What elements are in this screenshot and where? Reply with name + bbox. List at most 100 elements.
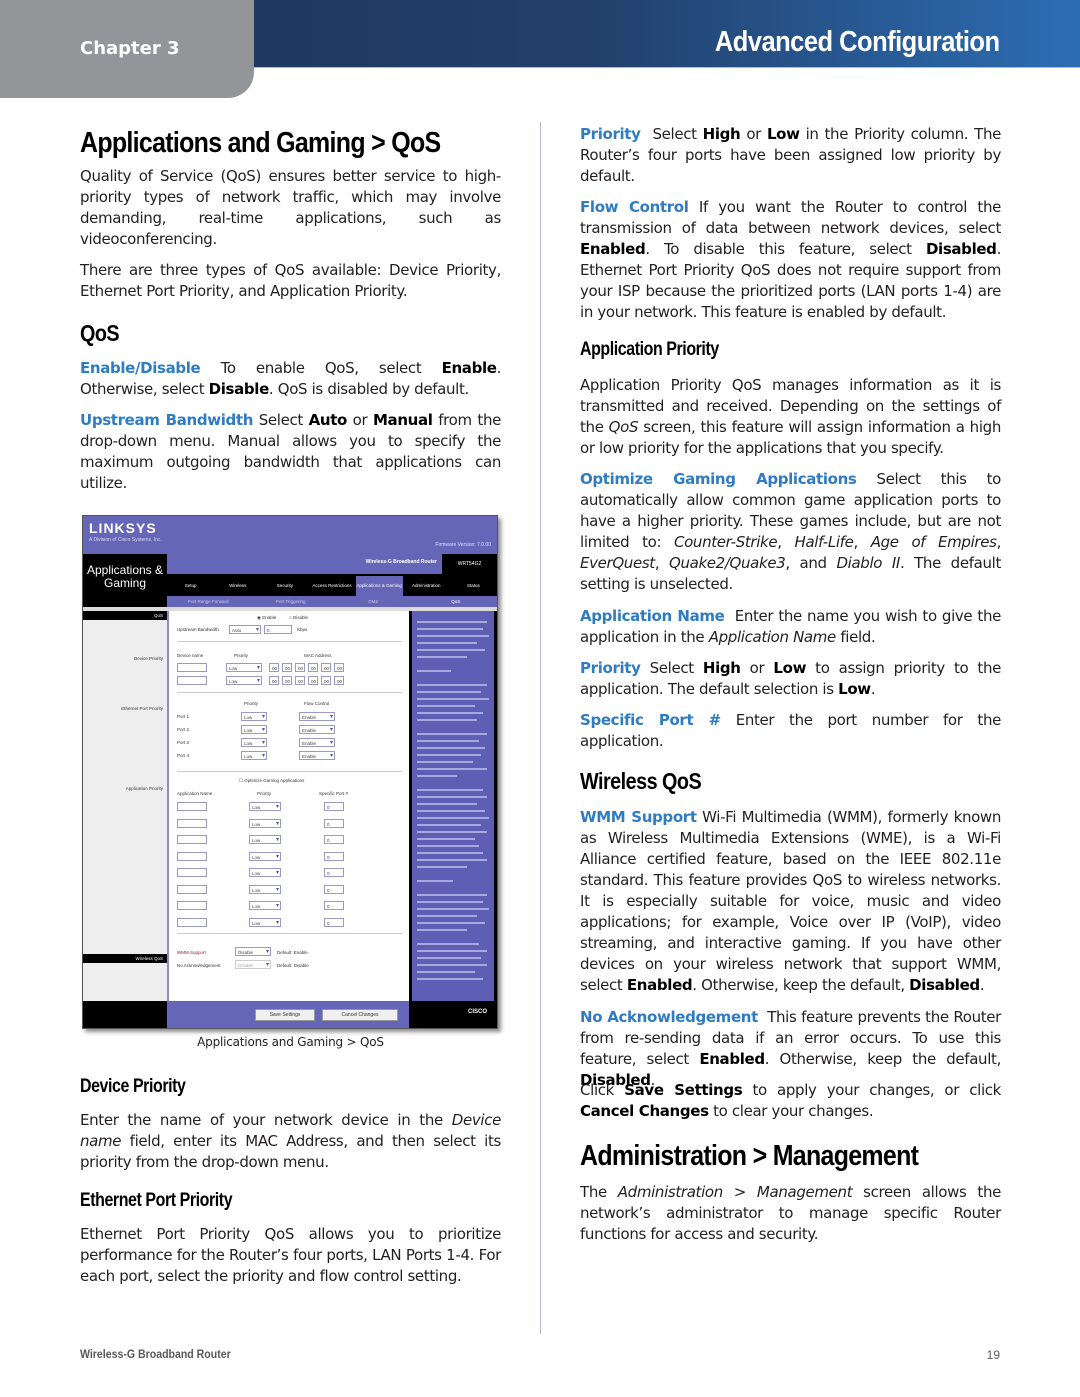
fig-help-text-line	[417, 950, 487, 952]
fig-subtab[interactable]: QoS	[415, 596, 498, 607]
fig-app-port-input[interactable]: 0	[324, 851, 344, 861]
fig-mac-octet[interactable]: 00	[308, 676, 318, 685]
fig-app-name-input[interactable]	[177, 851, 207, 861]
fig-device-priority-select[interactable]: Low	[226, 676, 262, 686]
wmm-support-paragraph: WMM Support Wi-Fi Multimedia (WMM), form…	[580, 808, 1001, 994]
section-title-qos: Applications and Gaming > QoS	[80, 127, 441, 159]
fig-subtab[interactable]: Port Range Forward	[167, 596, 250, 607]
fig-help-text-line	[417, 684, 487, 686]
fig-help-text-line	[417, 852, 483, 854]
term-application-name: Application Name	[580, 607, 725, 625]
fig-app-port-input[interactable]: 0	[324, 802, 344, 811]
fig-app-port-input[interactable]: 0	[324, 818, 344, 828]
fig-tab[interactable]: Status	[450, 576, 497, 596]
ethernet-port-priority-paragraph: Ethernet Port Priority QoS allows you to…	[80, 1225, 501, 1285]
fig-hr	[177, 771, 402, 772]
fig-tab[interactable]: Wireless	[214, 576, 261, 596]
fig-app-name-input[interactable]	[177, 835, 207, 844]
fig-cancel-changes-button[interactable]: Cancel Changes	[322, 1009, 398, 1021]
fig-mac-octet[interactable]: 00	[321, 676, 331, 685]
fig-upstream-input[interactable]: 0	[264, 625, 292, 634]
fig-app-name-input[interactable]	[177, 901, 207, 910]
fig-device-name-input[interactable]	[177, 676, 207, 685]
fig-app-name-input[interactable]	[177, 818, 207, 828]
fig-port-flow-select[interactable]: Enable	[299, 738, 335, 748]
fig-help-text-line	[417, 901, 483, 903]
fig-wmm-label: WMM Support	[177, 950, 206, 955]
fig-product-bar: Wireless-G Broadband Router WRT54G2	[167, 554, 497, 576]
fig-label-ethernet-priority: Ethernet Port Priority	[121, 706, 163, 711]
fig-app-priority-select[interactable]: Low	[249, 802, 281, 812]
fig-app-name-input[interactable]	[177, 802, 207, 811]
fig-tab[interactable]: Setup	[167, 576, 214, 596]
intro-paragraph: Quality of Service (QoS) ensures better …	[80, 167, 501, 248]
fig-app-port-input[interactable]: 0	[324, 917, 344, 927]
fig-help-text-line	[417, 943, 479, 945]
fig-app-priority-select[interactable]: Low	[249, 835, 281, 845]
fig-tab[interactable]: Security	[261, 576, 308, 596]
fig-device-priority-select[interactable]: Low	[226, 663, 262, 673]
device-priority-heading: Device Priority	[80, 1076, 186, 1097]
fig-mac-octet[interactable]: 00	[282, 663, 292, 672]
fig-mac-octet[interactable]: 00	[282, 676, 292, 685]
upstream-bandwidth-paragraph: Upstream Bandwidth Select Auto or Manual…	[80, 411, 501, 492]
fig-disable-radio[interactable]: ○ Disable	[289, 615, 308, 620]
fig-mac-octet[interactable]: 00	[334, 676, 344, 685]
term-app-priority: Priority	[580, 659, 641, 677]
fig-mac-octet[interactable]: 00	[269, 663, 279, 672]
fig-tab-active[interactable]: Applications & Gaming	[355, 576, 403, 596]
fig-app-name-input[interactable]	[177, 917, 207, 927]
app-priority-paragraph: Priority Select High or Low to assign pr…	[580, 659, 1002, 698]
fig-device-name-input[interactable]	[177, 663, 207, 672]
fig-save-settings-button[interactable]: Save Settings	[255, 1009, 315, 1021]
fig-port-priority-select[interactable]: Low	[241, 738, 267, 748]
router-qos-screenshot: LINKSYS A Division of Cisco Systems, Inc…	[82, 515, 498, 1029]
fig-mac-octet[interactable]: 00	[308, 663, 318, 672]
fig-app-priority-select[interactable]: Low	[249, 917, 281, 928]
fig-help-panel	[409, 611, 497, 1001]
fig-app-priority-select[interactable]: Low	[249, 868, 281, 878]
fig-port-priority-select[interactable]: Low	[241, 712, 267, 722]
fig-noack-label: No Acknowledgement	[177, 963, 221, 968]
fig-mac-octet[interactable]: 00	[295, 663, 305, 672]
fig-subtab[interactable]: Port Triggering	[250, 596, 333, 607]
fig-mac-octet[interactable]: 00	[321, 663, 331, 672]
fig-app-priority-select[interactable]: Low	[249, 818, 281, 829]
fig-noack-select[interactable]: Disable	[235, 960, 271, 970]
fig-upstream-select[interactable]: Auto	[229, 625, 261, 635]
fig-app-port-input[interactable]: 0	[324, 884, 344, 894]
fig-help-text-line	[417, 789, 483, 791]
fig-port-label: Port 3	[177, 740, 190, 745]
fig-tab[interactable]: Administration	[403, 576, 450, 596]
fig-upstream-label: Upstream Bandwidth	[177, 627, 219, 632]
fig-port-flow-select[interactable]: Enable	[299, 725, 335, 735]
fig-help-text-line	[417, 635, 489, 637]
fig-mac-octet[interactable]: 00	[295, 676, 305, 685]
fig-app-name-input[interactable]	[177, 868, 207, 877]
fig-port-priority-select[interactable]: Low	[241, 725, 267, 735]
fig-port-flow-select[interactable]: Enable	[299, 712, 335, 722]
fig-app-port-input[interactable]: 0	[324, 868, 344, 877]
fig-enable-radio[interactable]: ◉ Enable	[257, 615, 276, 621]
chapter-title: Advanced Configuration	[715, 26, 1000, 58]
fig-help-text-line	[417, 691, 481, 693]
fig-col-priority: Priority	[244, 701, 259, 706]
fig-help-text-line	[417, 796, 487, 798]
fig-tab[interactable]: Access Restrictions	[308, 576, 355, 596]
fig-app-port-input[interactable]: 0	[324, 835, 344, 844]
fig-help-text-line	[417, 670, 451, 672]
fig-mac-octet[interactable]: 00	[334, 663, 344, 672]
fig-subtab[interactable]: DMZ	[332, 596, 415, 607]
fig-port-flow-select[interactable]: Enable	[299, 751, 335, 761]
fig-wmm-select[interactable]: Disable	[235, 947, 271, 957]
fig-app-priority-select[interactable]: Low	[249, 901, 281, 911]
fig-optimize-checkbox[interactable]: ☐ Optimize Gaming Applications	[239, 778, 304, 784]
fig-app-port-input[interactable]: 0	[324, 901, 344, 910]
firmware-version: Firmware Version: 7.0.00	[435, 542, 491, 548]
fig-port-priority-select[interactable]: Low	[241, 751, 267, 761]
footer-product-name: Wireless-G Broadband Router	[80, 1347, 231, 1361]
fig-app-name-input[interactable]	[177, 884, 207, 894]
fig-app-priority-select[interactable]: Low	[249, 851, 281, 862]
fig-mac-octet[interactable]: 00	[269, 676, 279, 685]
fig-app-priority-select[interactable]: Low	[249, 884, 281, 895]
